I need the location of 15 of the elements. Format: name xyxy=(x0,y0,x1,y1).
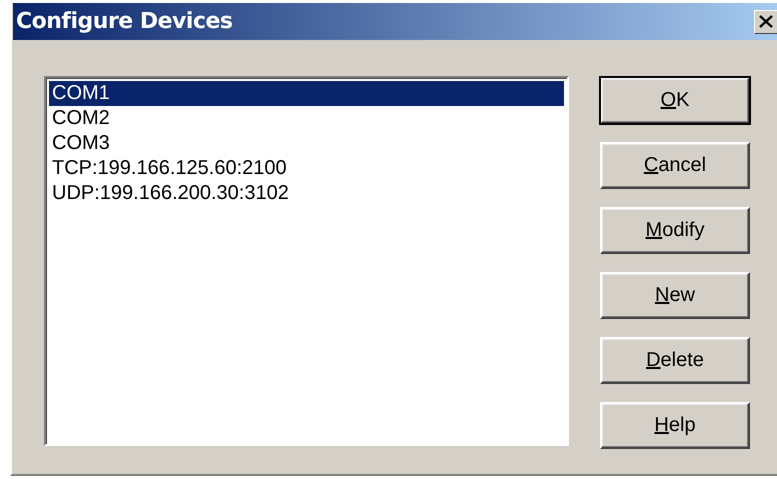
window-title: Configure Devices xyxy=(15,9,232,34)
dialog-button[interactable]: OK xyxy=(600,77,750,124)
close-icon xyxy=(759,15,773,28)
device-item[interactable]: COM3 xyxy=(49,131,564,156)
dialog-button[interactable]: Help xyxy=(600,402,750,449)
device-item[interactable]: UDP:199.166.200.30:3102 xyxy=(49,181,564,206)
device-item[interactable]: COM1 xyxy=(49,81,564,106)
dialog-button[interactable]: Cancel xyxy=(600,142,750,189)
device-item[interactable]: COM2 xyxy=(49,106,564,131)
device-list[interactable]: COM1 COM2 COM3 TCP:199.166.125.60:2100 UDP:199.166.200.30:3102 xyxy=(44,76,569,446)
dialog-button[interactable]: Modify xyxy=(600,207,750,254)
dialog-button[interactable]: Delete xyxy=(600,337,750,384)
close-button[interactable] xyxy=(754,10,777,34)
device-item[interactable]: TCP:199.166.125.60:2100 xyxy=(49,156,564,181)
dialog-button[interactable]: New xyxy=(600,272,750,319)
